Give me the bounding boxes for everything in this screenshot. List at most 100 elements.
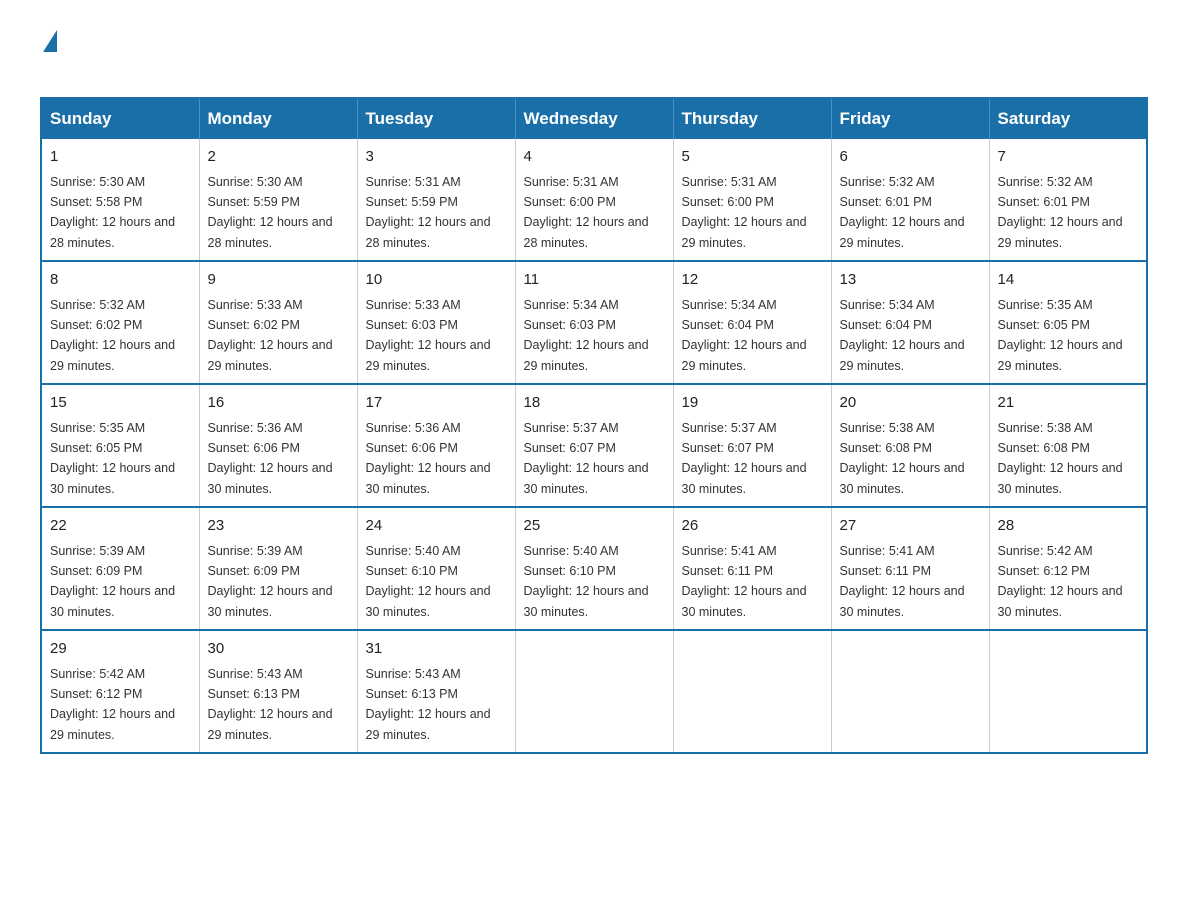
day-info: Sunrise: 5:31 AMSunset: 5:59 PMDaylight:… (366, 175, 491, 250)
calendar-cell: 11Sunrise: 5:34 AMSunset: 6:03 PMDayligh… (515, 261, 673, 384)
calendar-table: SundayMondayTuesdayWednesdayThursdayFrid… (40, 97, 1148, 754)
day-info: Sunrise: 5:38 AMSunset: 6:08 PMDaylight:… (998, 421, 1123, 496)
day-number: 13 (840, 269, 981, 292)
day-header-saturday: Saturday (989, 98, 1147, 139)
day-info: Sunrise: 5:31 AMSunset: 6:00 PMDaylight:… (524, 175, 649, 250)
day-info: Sunrise: 5:43 AMSunset: 6:13 PMDaylight:… (208, 667, 333, 742)
calendar-cell: 31 Sunrise: 5:43 AMSunset: 6:13 PMDayligh… (357, 630, 515, 753)
calendar-cell: 30 Sunrise: 5:43 AMSunset: 6:13 PMDayligh… (199, 630, 357, 753)
day-number: 7 (998, 146, 1139, 169)
day-number: 5 (682, 146, 823, 169)
day-header-monday: Monday (199, 98, 357, 139)
calendar-cell: 19 Sunrise: 5:37 AMSunset: 6:07 PMDayligh… (673, 384, 831, 507)
calendar-cell: 13 Sunrise: 5:34 AMSunset: 6:04 PMDayligh… (831, 261, 989, 384)
day-header-sunday: Sunday (41, 98, 199, 139)
calendar-week-row: 22 Sunrise: 5:39 AMSunset: 6:09 PMDayligh… (41, 507, 1147, 630)
calendar-header-row: SundayMondayTuesdayWednesdayThursdayFrid… (41, 98, 1147, 139)
day-number: 6 (840, 146, 981, 169)
calendar-cell (989, 630, 1147, 753)
day-number: 31 (366, 638, 507, 661)
day-info: Sunrise: 5:32 AMSunset: 6:01 PMDaylight:… (840, 175, 965, 250)
day-info: Sunrise: 5:35 AMSunset: 6:05 PMDaylight:… (50, 421, 175, 496)
day-number: 24 (366, 515, 507, 538)
day-number: 20 (840, 392, 981, 415)
day-number: 16 (208, 392, 349, 415)
day-info: Sunrise: 5:35 AMSunset: 6:05 PMDaylight:… (998, 298, 1123, 373)
calendar-cell: 21 Sunrise: 5:38 AMSunset: 6:08 PMDayligh… (989, 384, 1147, 507)
day-info: Sunrise: 5:40 AMSunset: 6:10 PMDaylight:… (524, 544, 649, 619)
day-info: Sunrise: 5:36 AMSunset: 6:06 PMDaylight:… (366, 421, 491, 496)
day-header-friday: Friday (831, 98, 989, 139)
day-number: 10 (366, 269, 507, 292)
day-number: 28 (998, 515, 1139, 538)
day-number: 17 (366, 392, 507, 415)
calendar-cell: 4 Sunrise: 5:31 AMSunset: 6:00 PMDaylight… (515, 139, 673, 261)
day-number: 30 (208, 638, 349, 661)
calendar-cell: 1Sunrise: 5:30 AMSunset: 5:58 PMDaylight… (41, 139, 199, 261)
day-info: Sunrise: 5:41 AMSunset: 6:11 PMDaylight:… (682, 544, 807, 619)
day-info: Sunrise: 5:31 AMSunset: 6:00 PMDaylight:… (682, 175, 807, 250)
calendar-cell: 25 Sunrise: 5:40 AMSunset: 6:10 PMDayligh… (515, 507, 673, 630)
day-number: 2 (208, 146, 349, 169)
calendar-cell: 16 Sunrise: 5:36 AMSunset: 6:06 PMDayligh… (199, 384, 357, 507)
calendar-cell: 2 Sunrise: 5:30 AMSunset: 5:59 PMDaylight… (199, 139, 357, 261)
calendar-cell: 15 Sunrise: 5:35 AMSunset: 6:05 PMDayligh… (41, 384, 199, 507)
calendar-cell: 6 Sunrise: 5:32 AMSunset: 6:01 PMDaylight… (831, 139, 989, 261)
calendar-week-row: 29 Sunrise: 5:42 AMSunset: 6:12 PMDayligh… (41, 630, 1147, 753)
day-number: 9 (208, 269, 349, 292)
day-number: 3 (366, 146, 507, 169)
day-info: Sunrise: 5:40 AMSunset: 6:10 PMDaylight:… (366, 544, 491, 619)
calendar-cell (515, 630, 673, 753)
calendar-cell: 10 Sunrise: 5:33 AMSunset: 6:03 PMDayligh… (357, 261, 515, 384)
day-number: 11 (524, 269, 665, 292)
day-info: Sunrise: 5:33 AMSunset: 6:02 PMDaylight:… (208, 298, 333, 373)
day-info: Sunrise: 5:32 AMSunset: 6:02 PMDaylight:… (50, 298, 175, 373)
calendar-cell: 7 Sunrise: 5:32 AMSunset: 6:01 PMDaylight… (989, 139, 1147, 261)
day-number: 26 (682, 515, 823, 538)
day-info: Sunrise: 5:36 AMSunset: 6:06 PMDaylight:… (208, 421, 333, 496)
day-info: Sunrise: 5:43 AMSunset: 6:13 PMDaylight:… (366, 667, 491, 742)
day-info: Sunrise: 5:34 AMSunset: 6:04 PMDaylight:… (682, 298, 807, 373)
calendar-cell: 8 Sunrise: 5:32 AMSunset: 6:02 PMDaylight… (41, 261, 199, 384)
day-info: Sunrise: 5:39 AMSunset: 6:09 PMDaylight:… (208, 544, 333, 619)
day-number: 25 (524, 515, 665, 538)
day-number: 8 (50, 269, 191, 292)
day-header-tuesday: Tuesday (357, 98, 515, 139)
day-number: 18 (524, 392, 665, 415)
calendar-cell: 17 Sunrise: 5:36 AMSunset: 6:06 PMDayligh… (357, 384, 515, 507)
calendar-cell: 22 Sunrise: 5:39 AMSunset: 6:09 PMDayligh… (41, 507, 199, 630)
calendar-week-row: 1Sunrise: 5:30 AMSunset: 5:58 PMDaylight… (41, 139, 1147, 261)
day-number: 1 (50, 146, 191, 169)
calendar-cell: 12Sunrise: 5:34 AMSunset: 6:04 PMDayligh… (673, 261, 831, 384)
day-info: Sunrise: 5:37 AMSunset: 6:07 PMDaylight:… (524, 421, 649, 496)
calendar-cell: 3 Sunrise: 5:31 AMSunset: 5:59 PMDaylight… (357, 139, 515, 261)
day-number: 14 (998, 269, 1139, 292)
calendar-cell (831, 630, 989, 753)
day-number: 21 (998, 392, 1139, 415)
day-number: 29 (50, 638, 191, 661)
calendar-cell: 26 Sunrise: 5:41 AMSunset: 6:11 PMDayligh… (673, 507, 831, 630)
day-info: Sunrise: 5:32 AMSunset: 6:01 PMDaylight:… (998, 175, 1123, 250)
calendar-cell: 14 Sunrise: 5:35 AMSunset: 6:05 PMDayligh… (989, 261, 1147, 384)
day-number: 22 (50, 515, 191, 538)
calendar-cell: 29 Sunrise: 5:42 AMSunset: 6:12 PMDayligh… (41, 630, 199, 753)
day-info: Sunrise: 5:39 AMSunset: 6:09 PMDaylight:… (50, 544, 175, 619)
day-info: Sunrise: 5:33 AMSunset: 6:03 PMDaylight:… (366, 298, 491, 373)
day-number: 19 (682, 392, 823, 415)
calendar-cell: 28 Sunrise: 5:42 AMSunset: 6:12 PMDayligh… (989, 507, 1147, 630)
calendar-cell: 5 Sunrise: 5:31 AMSunset: 6:00 PMDaylight… (673, 139, 831, 261)
day-info: Sunrise: 5:42 AMSunset: 6:12 PMDaylight:… (998, 544, 1123, 619)
calendar-cell: 23 Sunrise: 5:39 AMSunset: 6:09 PMDayligh… (199, 507, 357, 630)
calendar-cell: 20Sunrise: 5:38 AMSunset: 6:08 PMDayligh… (831, 384, 989, 507)
day-number: 15 (50, 392, 191, 415)
day-number: 27 (840, 515, 981, 538)
day-info: Sunrise: 5:42 AMSunset: 6:12 PMDaylight:… (50, 667, 175, 742)
day-info: Sunrise: 5:37 AMSunset: 6:07 PMDaylight:… (682, 421, 807, 496)
day-number: 23 (208, 515, 349, 538)
calendar-cell: 24 Sunrise: 5:40 AMSunset: 6:10 PMDayligh… (357, 507, 515, 630)
day-number: 4 (524, 146, 665, 169)
day-info: Sunrise: 5:34 AMSunset: 6:04 PMDaylight:… (840, 298, 965, 373)
logo: General (40, 30, 139, 77)
calendar-cell: 9 Sunrise: 5:33 AMSunset: 6:02 PMDaylight… (199, 261, 357, 384)
day-info: Sunrise: 5:30 AMSunset: 5:59 PMDaylight:… (208, 175, 333, 250)
